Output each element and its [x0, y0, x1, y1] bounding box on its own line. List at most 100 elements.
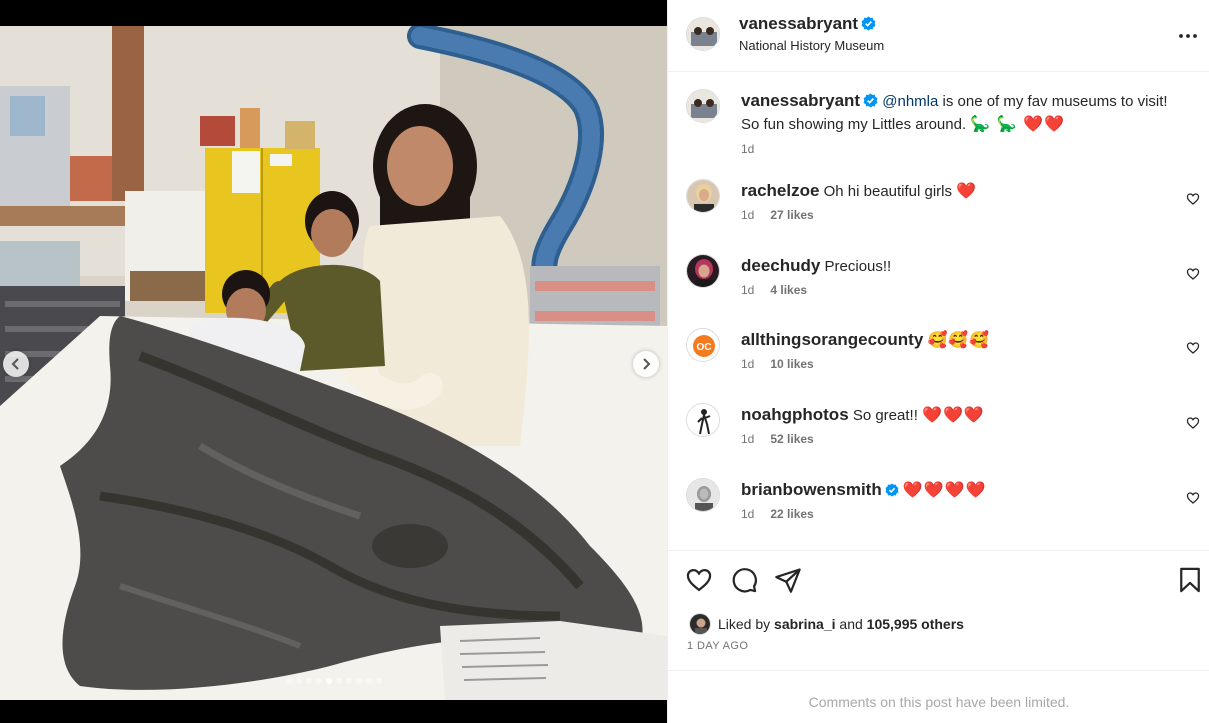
- caption-text-block: vanessabryant @nhmla is one of my fav mu…: [741, 89, 1187, 136]
- post-location[interactable]: National History Museum: [739, 38, 884, 53]
- museum-photo-illustration: [0, 26, 667, 700]
- author-avatar[interactable]: [686, 17, 720, 51]
- author-username[interactable]: vanessabryant: [739, 14, 876, 34]
- author-username-text[interactable]: vanessabryant: [739, 14, 858, 33]
- carousel-dot: [375, 678, 382, 684]
- carousel-indicator: [0, 678, 667, 684]
- comment-text: So great!!: [852, 407, 918, 424]
- caption-text-line1: is one of my fav museums to visit!: [938, 93, 1168, 110]
- caption-author-avatar[interactable]: [686, 89, 720, 123]
- comment-like-heart-icon[interactable]: [1186, 341, 1200, 355]
- share-paper-plane-icon[interactable]: [774, 566, 802, 594]
- comment-text-block: allthingsorangecounty 🥰🥰🥰: [741, 328, 1187, 352]
- chevron-right-icon: [643, 358, 651, 370]
- comment-time[interactable]: 1d: [741, 208, 754, 222]
- comment-time[interactable]: 1d: [741, 507, 754, 521]
- commenter-username[interactable]: rachelzoe: [741, 181, 819, 200]
- like-heart-icon[interactable]: [685, 566, 713, 594]
- caption-mention-link[interactable]: @nhmla: [882, 93, 938, 110]
- comment-time[interactable]: 1d: [741, 357, 754, 371]
- avatar-image: [690, 614, 710, 634]
- avatar-image: [687, 180, 719, 212]
- chevron-left-icon: [11, 358, 19, 370]
- comment-like-heart-icon[interactable]: [1186, 491, 1200, 505]
- comment-text-block: noahgphotos So great!! ❤️❤️❤️: [741, 403, 1187, 427]
- commenter-username[interactable]: noahgphotos: [741, 405, 849, 424]
- verified-badge-icon: [863, 93, 878, 108]
- commenter-username[interactable]: brianbowensmith: [741, 480, 882, 499]
- carousel-prev-button[interactable]: [3, 351, 29, 377]
- comment-time[interactable]: 1d: [741, 283, 754, 297]
- caption-emoji: 🦕 🦕 ❤️❤️: [970, 116, 1065, 133]
- commenter-avatar[interactable]: [686, 478, 720, 512]
- liker-username[interactable]: sabrina_i: [774, 616, 835, 632]
- comment-bubble-icon[interactable]: [730, 566, 758, 594]
- commenter-avatar[interactable]: [686, 403, 720, 437]
- post-details-panel: vanessabryant National History Museum va…: [667, 0, 1209, 723]
- post-photo[interactable]: [0, 26, 667, 700]
- caption-time: 1d: [741, 142, 755, 156]
- comment-emoji: ❤️: [956, 183, 978, 200]
- comment-meta: 1d 4 likes: [741, 283, 807, 297]
- commenter-username[interactable]: deechudy: [741, 256, 820, 275]
- comment-likes-count[interactable]: 22 likes: [770, 507, 813, 521]
- comment-text: Oh hi beautiful girls: [823, 183, 953, 200]
- comment-emoji: ❤️❤️❤️❤️: [902, 482, 987, 499]
- likes-prefix: Liked by: [718, 616, 771, 632]
- carousel-next-button[interactable]: [633, 351, 659, 377]
- comment-meta: 1d 10 likes: [741, 357, 814, 371]
- avatar-image: [687, 90, 719, 122]
- post-timestamp[interactable]: 1 DAY AGO: [687, 640, 748, 652]
- carousel-dot: [365, 678, 372, 684]
- comment-likes-count[interactable]: 52 likes: [770, 432, 813, 446]
- comment-meta: 1d 27 likes: [741, 208, 814, 222]
- more-options-icon[interactable]: [1176, 24, 1200, 48]
- comment-meta: 1d 52 likes: [741, 432, 814, 446]
- carousel-dot: [325, 678, 332, 684]
- post-actions: Liked by sabrina_i and 105,995 others 1 …: [668, 550, 1209, 670]
- comment-text-block: deechudy Precious!!: [741, 254, 1187, 278]
- avatar-image: [687, 255, 719, 287]
- post-media: [0, 0, 667, 723]
- comment-emoji: 🥰🥰🥰: [927, 332, 991, 349]
- comment-likes-count[interactable]: 27 likes: [770, 208, 813, 222]
- carousel-dot: [315, 678, 322, 684]
- verified-badge-icon: [861, 16, 876, 31]
- avatar-image: [687, 479, 719, 511]
- verified-badge-icon: [885, 483, 899, 497]
- comment-likes-count[interactable]: 4 likes: [770, 283, 807, 297]
- comments-limited-notice: Comments on this post have been limited.: [668, 670, 1209, 723]
- caption-text-line2: So fun showing my Littles around.: [741, 116, 971, 133]
- avatar-image: [687, 404, 719, 436]
- carousel-dot: [285, 678, 292, 684]
- commenter-avatar[interactable]: [686, 179, 720, 213]
- comment-meta: 1d 22 likes: [741, 507, 814, 521]
- carousel-dot: [345, 678, 352, 684]
- commenter-avatar[interactable]: OC: [686, 328, 720, 362]
- post-header: vanessabryant National History Museum: [668, 0, 1209, 72]
- liker-avatar[interactable]: [689, 613, 711, 635]
- comment-text: Precious!!: [824, 258, 892, 275]
- save-bookmark-icon[interactable]: [1176, 566, 1204, 594]
- comment-likes-count[interactable]: 10 likes: [770, 357, 813, 371]
- comment-time[interactable]: 1d: [741, 432, 754, 446]
- likes-summary: Liked by sabrina_i and 105,995 others: [689, 613, 964, 635]
- comment-like-heart-icon[interactable]: [1186, 267, 1200, 281]
- carousel-dot: [355, 678, 362, 684]
- comment-like-heart-icon[interactable]: [1186, 416, 1200, 430]
- comments-list[interactable]: vanessabryant @nhmla is one of my fav mu…: [668, 72, 1209, 550]
- comment-emoji: ❤️❤️❤️: [922, 407, 985, 424]
- avatar-image: OC: [687, 329, 719, 361]
- comment-text-block: rachelzoe Oh hi beautiful girls ❤️: [741, 179, 1187, 203]
- svg-text:OC: OC: [697, 342, 712, 353]
- carousel-dot: [335, 678, 342, 684]
- avatar-image: [687, 18, 719, 50]
- caption-username[interactable]: vanessabryant: [741, 91, 860, 110]
- likes-middle: and: [839, 616, 863, 632]
- comment-like-heart-icon[interactable]: [1186, 192, 1200, 206]
- carousel-dot: [305, 678, 312, 684]
- likes-others-link[interactable]: 105,995 others: [867, 616, 964, 632]
- commenter-avatar[interactable]: [686, 254, 720, 288]
- comment-text-block: brianbowensmith ❤️❤️❤️❤️: [741, 478, 1187, 502]
- commenter-username[interactable]: allthingsorangecounty: [741, 330, 923, 349]
